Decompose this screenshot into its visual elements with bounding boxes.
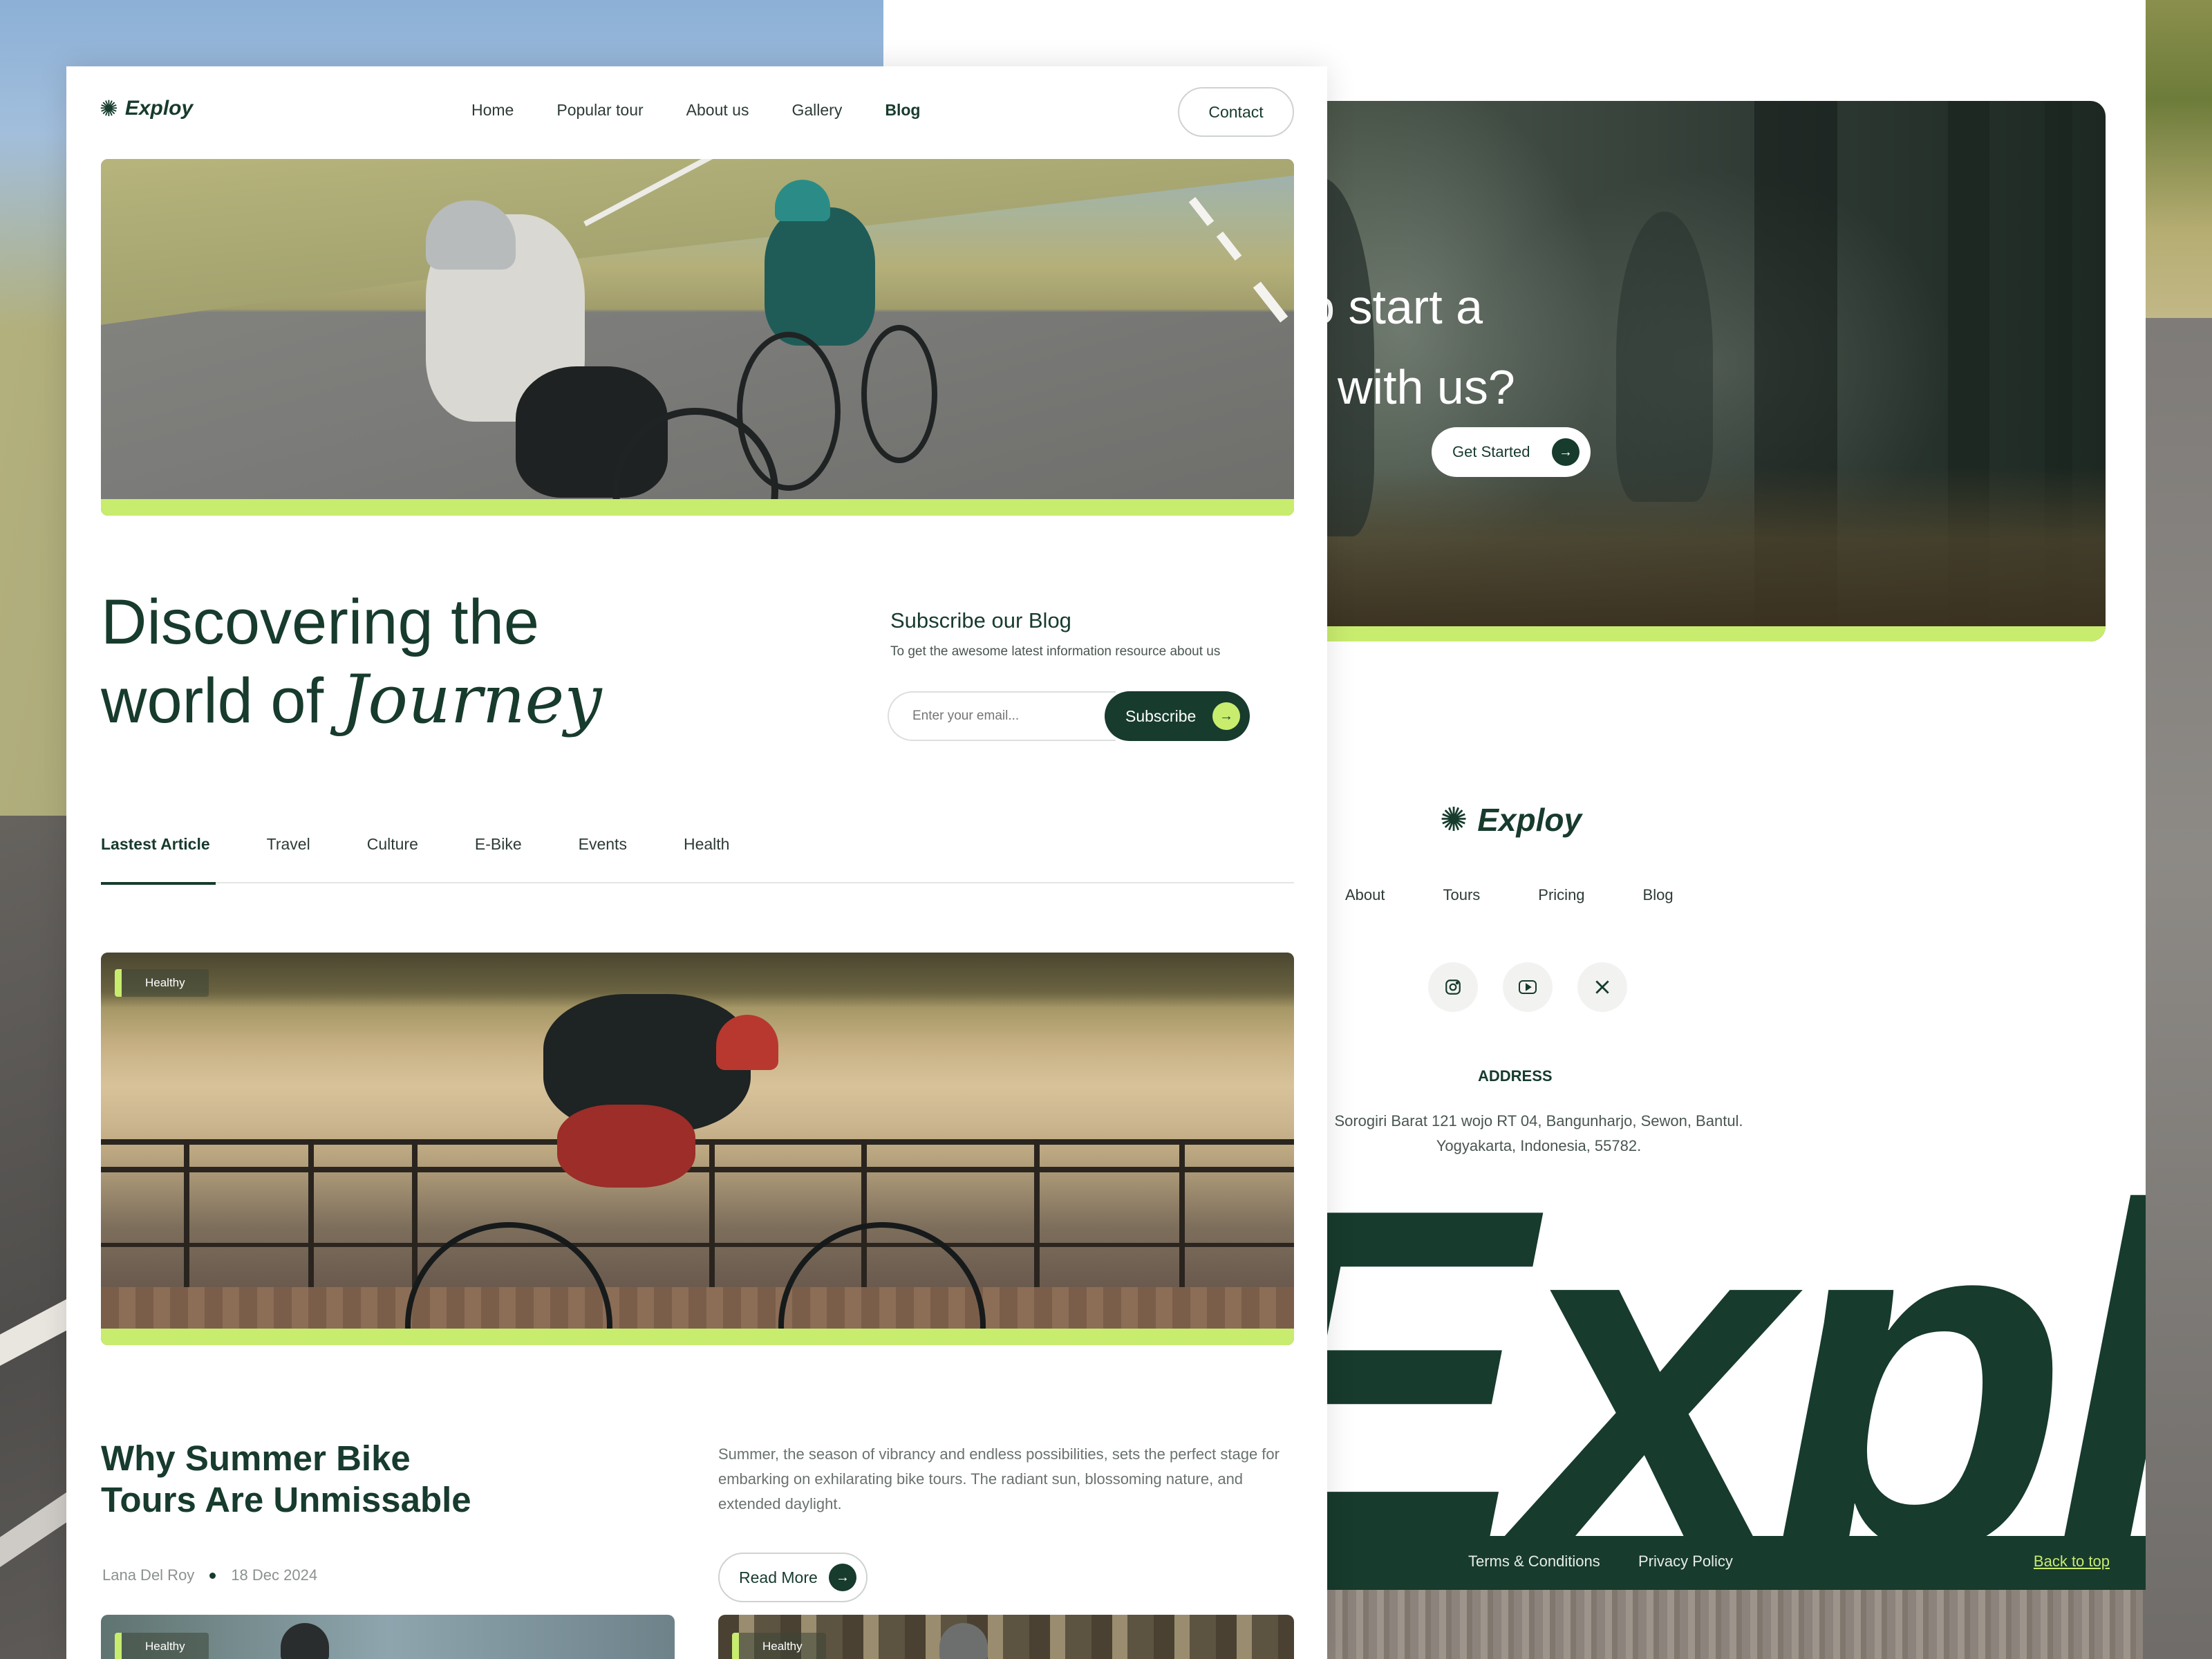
footer-nav-pricing[interactable]: Pricing: [1538, 886, 1584, 904]
arrow-right-icon: →: [829, 1564, 856, 1591]
subscribe-button-label: Subscribe: [1125, 706, 1197, 725]
rider-shorts: [557, 1105, 695, 1188]
x-icon[interactable]: [1577, 962, 1627, 1012]
instagram-icon[interactable]: [1428, 962, 1478, 1012]
arrow-right-icon: →: [1552, 438, 1580, 466]
terms-link[interactable]: Terms & Conditions: [1468, 1553, 1600, 1571]
get-started-label: Get Started: [1452, 443, 1530, 460]
header-logo[interactable]: ✺ Exploy: [100, 95, 193, 122]
youtube-icon[interactable]: [1503, 962, 1553, 1012]
bike-wheel: [737, 332, 841, 491]
subscribe-button[interactable]: Subscribe →: [1105, 691, 1250, 741]
bike-wheel: [778, 1222, 986, 1345]
hillside: [101, 159, 1294, 325]
get-started-button[interactable]: Get Started →: [1432, 427, 1591, 477]
footer-big-wordmark: Exploy: [1208, 1108, 2146, 1590]
logo-sun-icon: ✺: [1440, 802, 1468, 838]
arrow-right-icon: →: [1212, 702, 1240, 730]
fence-rail: [101, 1167, 1294, 1172]
footer-logo[interactable]: ✺ Exploy: [1440, 800, 1582, 839]
headline-line-1: Discovering the: [101, 587, 540, 657]
fence-post: [184, 1139, 189, 1305]
footer-nav-about[interactable]: About: [1345, 886, 1385, 904]
article-tag: Healthy: [115, 1633, 209, 1659]
tab-latest-article[interactable]: Lastest Article: [101, 828, 216, 885]
article-author: Lana Del Roy: [102, 1566, 195, 1584]
page-headline: Discovering the world of Journey: [101, 583, 602, 740]
article-card-thumbnail[interactable]: Healthy: [718, 1615, 1294, 1659]
headline-script-word: Journey: [341, 661, 602, 738]
featured-article-image[interactable]: Healthy: [101, 953, 1294, 1345]
road-dash: [1188, 196, 1215, 227]
fence-post: [308, 1139, 314, 1305]
article-excerpt: Summer, the season of vibrancy and endle…: [718, 1445, 1280, 1512]
tab-e-bike[interactable]: E-Bike: [475, 828, 522, 883]
email-input[interactable]: [888, 691, 1116, 741]
article-tag: Healthy: [732, 1633, 826, 1659]
road-dash: [1253, 281, 1288, 323]
article-title[interactable]: Why Summer Bike Tours Are Unmissable: [101, 1438, 471, 1521]
background-road-right: [2143, 318, 2212, 1659]
article-category-tabs: Lastest Article Travel Culture E-Bike Ev…: [101, 828, 1294, 885]
accent-strip: [101, 499, 1294, 516]
bike-wheel: [861, 325, 937, 463]
tab-culture[interactable]: Culture: [367, 828, 418, 883]
article-card-thumbnail[interactable]: Healthy: [101, 1615, 675, 1659]
blog-page-panel: ✺ Exploy Home Popular tour About us Gall…: [66, 66, 1327, 1659]
background-road-bottom: [1327, 1590, 2143, 1659]
tab-events[interactable]: Events: [579, 828, 627, 883]
rider-helmet: [281, 1623, 329, 1659]
header-logo-text: Exploy: [124, 97, 194, 120]
article-meta: Lana Del Roy 18 Dec 2024: [102, 1566, 317, 1584]
pavement: [101, 1287, 1294, 1329]
hero-image: [101, 159, 1294, 516]
background-grass: [2143, 0, 2212, 332]
rider-helmet: [939, 1623, 988, 1659]
footer-logo-text: Exploy: [1477, 802, 1582, 838]
tab-travel[interactable]: Travel: [267, 828, 310, 883]
fence-rail: [101, 1139, 1294, 1145]
fence-post: [1034, 1139, 1040, 1305]
subscribe-title: Subscribe our Blog: [890, 608, 1071, 632]
read-more-label: Read More: [739, 1568, 818, 1586]
privacy-link[interactable]: Privacy Policy: [1638, 1553, 1733, 1571]
accent-strip: [1271, 626, 2106, 641]
nav-popular-tour[interactable]: Popular tour: [556, 101, 643, 120]
nav-about-us[interactable]: About us: [686, 101, 749, 120]
fence-rail: [101, 1243, 1294, 1247]
helmet-1: [426, 200, 516, 270]
bike-wheel: [405, 1222, 612, 1345]
main-nav: Home Popular tour About us Gallery Blog: [471, 101, 963, 120]
accent-strip: [101, 1329, 1294, 1345]
fence-post: [1179, 1139, 1185, 1305]
nav-gallery[interactable]: Gallery: [791, 101, 842, 120]
nav-blog[interactable]: Blog: [885, 101, 920, 120]
footer-nav-tours[interactable]: Tours: [1443, 886, 1481, 904]
address-heading: ADDRESS: [1478, 1067, 1553, 1085]
rider-helmet: [716, 1015, 778, 1070]
cyclist-2: [765, 207, 875, 346]
footer-nav-blog[interactable]: Blog: [1643, 886, 1674, 904]
tab-health[interactable]: Health: [684, 828, 729, 883]
meta-separator-dot: [209, 1572, 216, 1579]
article-tag: Healthy: [115, 969, 209, 997]
read-more-button[interactable]: Read More →: [718, 1553, 868, 1602]
article-date: 18 Dec 2024: [231, 1566, 318, 1584]
headline-line-2-prefix: world of: [101, 666, 341, 736]
logo-sun-icon: ✺: [100, 96, 118, 121]
road-dash: [1216, 231, 1242, 261]
contact-button[interactable]: Contact: [1178, 87, 1294, 137]
fence-post: [709, 1139, 715, 1305]
footer-nav: About Tours Pricing Blog: [1345, 886, 1732, 904]
back-to-top-link[interactable]: Back to top: [2034, 1553, 2110, 1571]
nav-home[interactable]: Home: [471, 101, 514, 120]
subscribe-description: To get the awesome latest information re…: [890, 644, 1221, 659]
